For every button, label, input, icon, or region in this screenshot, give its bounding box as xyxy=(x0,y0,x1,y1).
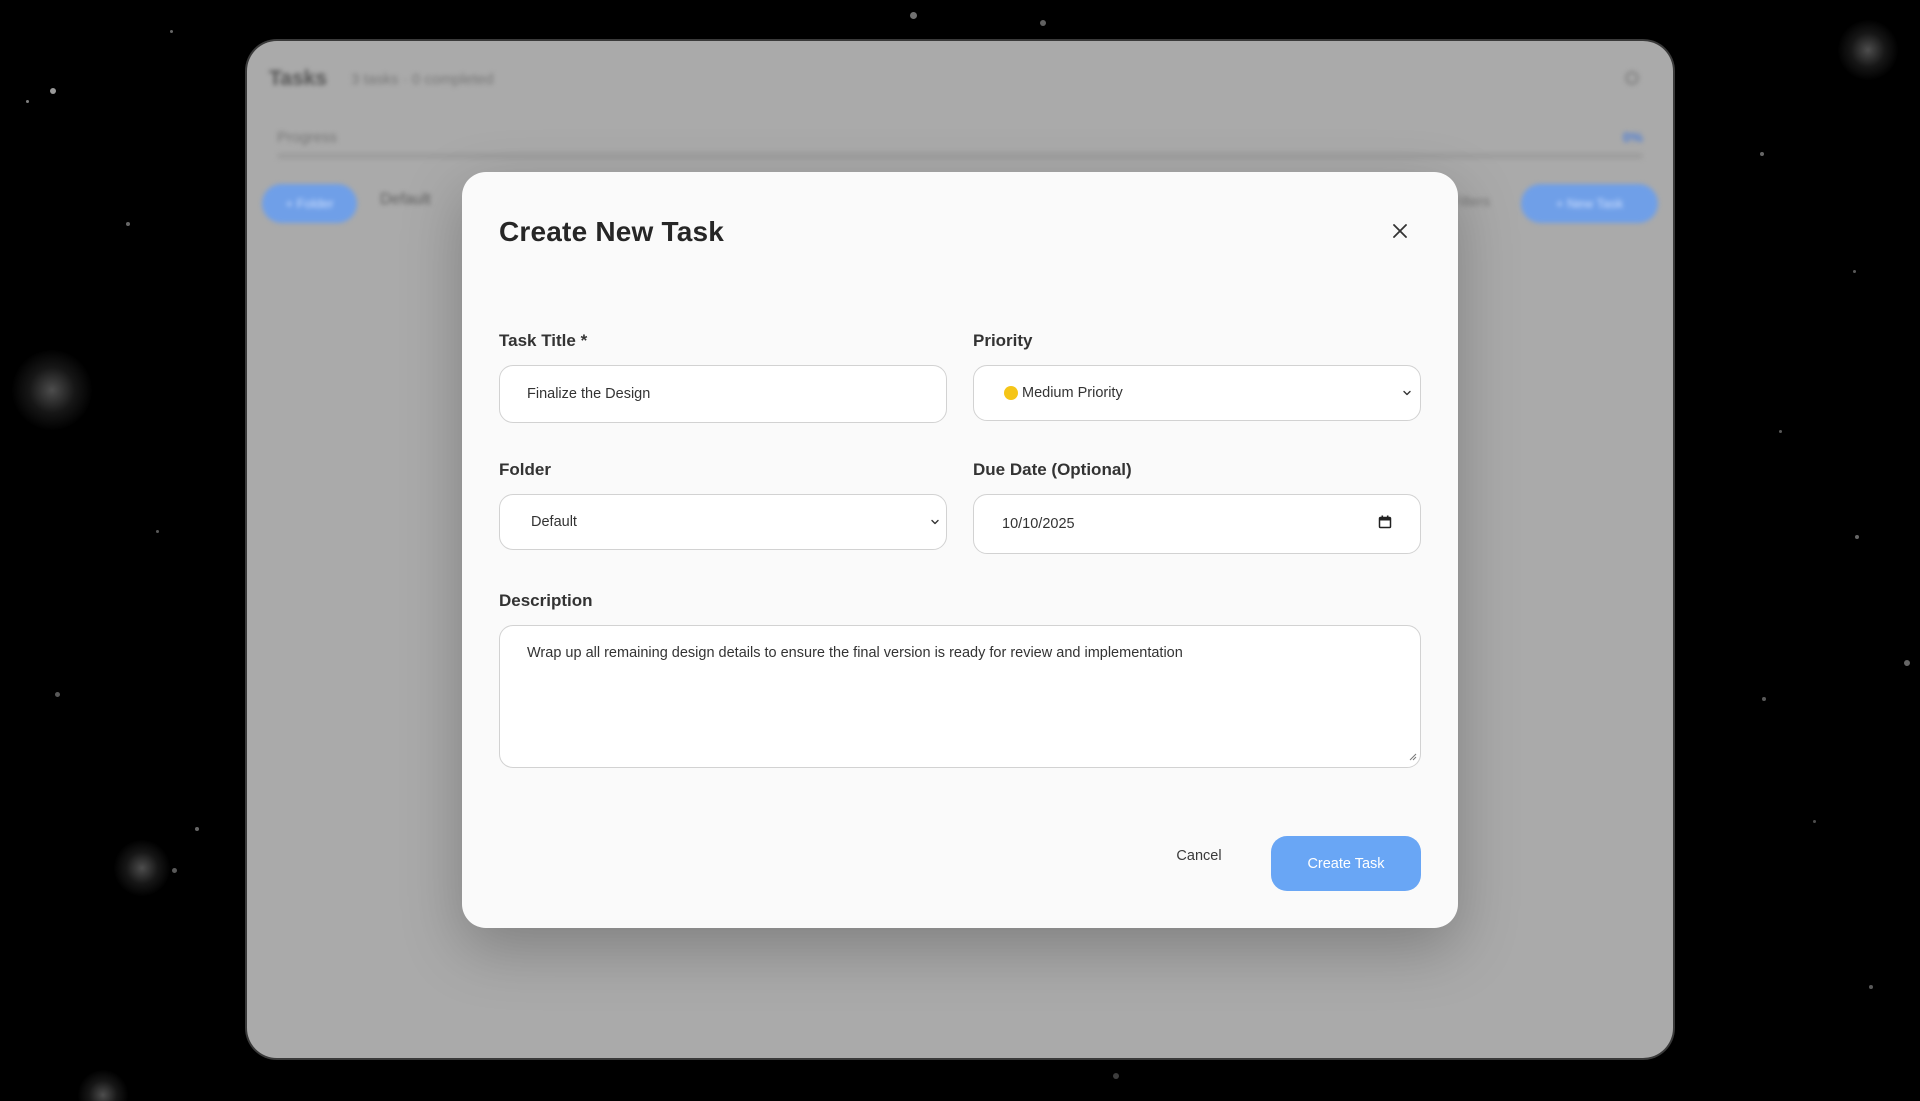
priority-select[interactable]: Medium Priority xyxy=(973,365,1421,421)
chevron-down-icon xyxy=(1400,386,1414,400)
star xyxy=(156,530,159,533)
resize-handle-icon[interactable] xyxy=(1408,749,1417,765)
create-task-button[interactable]: Create Task xyxy=(1271,836,1421,891)
priority-label: Priority xyxy=(973,331,1033,350)
star xyxy=(1760,152,1764,156)
star xyxy=(50,88,56,94)
star xyxy=(910,12,917,19)
progress-label: Progress xyxy=(277,129,338,146)
star xyxy=(1869,985,1873,989)
star xyxy=(1113,1073,1119,1079)
progress-percent: 0% xyxy=(1622,129,1643,145)
chevron-down-icon xyxy=(928,515,942,529)
new-task-button: + New Task xyxy=(1521,184,1658,223)
modal-title: Create New Task xyxy=(499,216,725,247)
star xyxy=(1779,430,1782,433)
add-folder-button: + Folder xyxy=(262,184,357,223)
star xyxy=(1040,20,1046,26)
due-date-input[interactable]: 10/10/2025 xyxy=(973,494,1421,554)
glow-orb xyxy=(12,350,92,430)
description-label: Description xyxy=(499,591,593,610)
due-date-label: Due Date (Optional) xyxy=(973,460,1132,479)
description-textarea[interactable]: Wrap up all remaining design details to … xyxy=(499,625,1421,768)
folder-label: Folder xyxy=(499,460,551,479)
priority-value: Medium Priority xyxy=(1022,385,1123,401)
calendar-icon[interactable] xyxy=(1378,515,1392,533)
folder-select[interactable]: Default xyxy=(499,494,947,550)
cancel-button[interactable]: Cancel xyxy=(1150,836,1248,876)
create-task-modal: Create New Task Task Title * Finalize th… xyxy=(462,172,1458,928)
priority-indicator xyxy=(1004,386,1018,400)
gear-icon xyxy=(1625,71,1639,85)
folder-value: Default xyxy=(531,514,577,530)
app-title: Tasks xyxy=(269,67,327,90)
star xyxy=(55,692,60,697)
folder-tab-default: Default xyxy=(380,191,431,208)
task-stats: 3 tasks · 0 completed xyxy=(351,71,494,88)
due-date-value: 10/10/2025 xyxy=(1002,516,1075,532)
glow-orb xyxy=(114,840,170,896)
progress-bar xyxy=(277,153,1643,159)
star xyxy=(170,30,173,33)
glow-orb xyxy=(78,1070,128,1101)
task-title-label: Task Title * xyxy=(499,331,588,350)
task-title-value: Finalize the Design xyxy=(527,386,651,402)
star xyxy=(1853,270,1856,273)
close-button[interactable] xyxy=(1384,216,1416,248)
star xyxy=(1762,697,1766,701)
glow-orb xyxy=(1838,20,1898,80)
star xyxy=(1904,660,1910,666)
task-title-input[interactable]: Finalize the Design xyxy=(499,365,947,423)
star xyxy=(1855,535,1859,539)
description-value: Wrap up all remaining design details to … xyxy=(527,645,1183,661)
close-icon xyxy=(1392,223,1408,242)
star xyxy=(1813,820,1816,823)
star xyxy=(126,222,130,226)
star xyxy=(195,827,199,831)
star xyxy=(26,100,29,103)
star xyxy=(172,868,177,873)
screen: Tasks 3 tasks · 0 completed Progress 0% … xyxy=(0,0,1920,1101)
